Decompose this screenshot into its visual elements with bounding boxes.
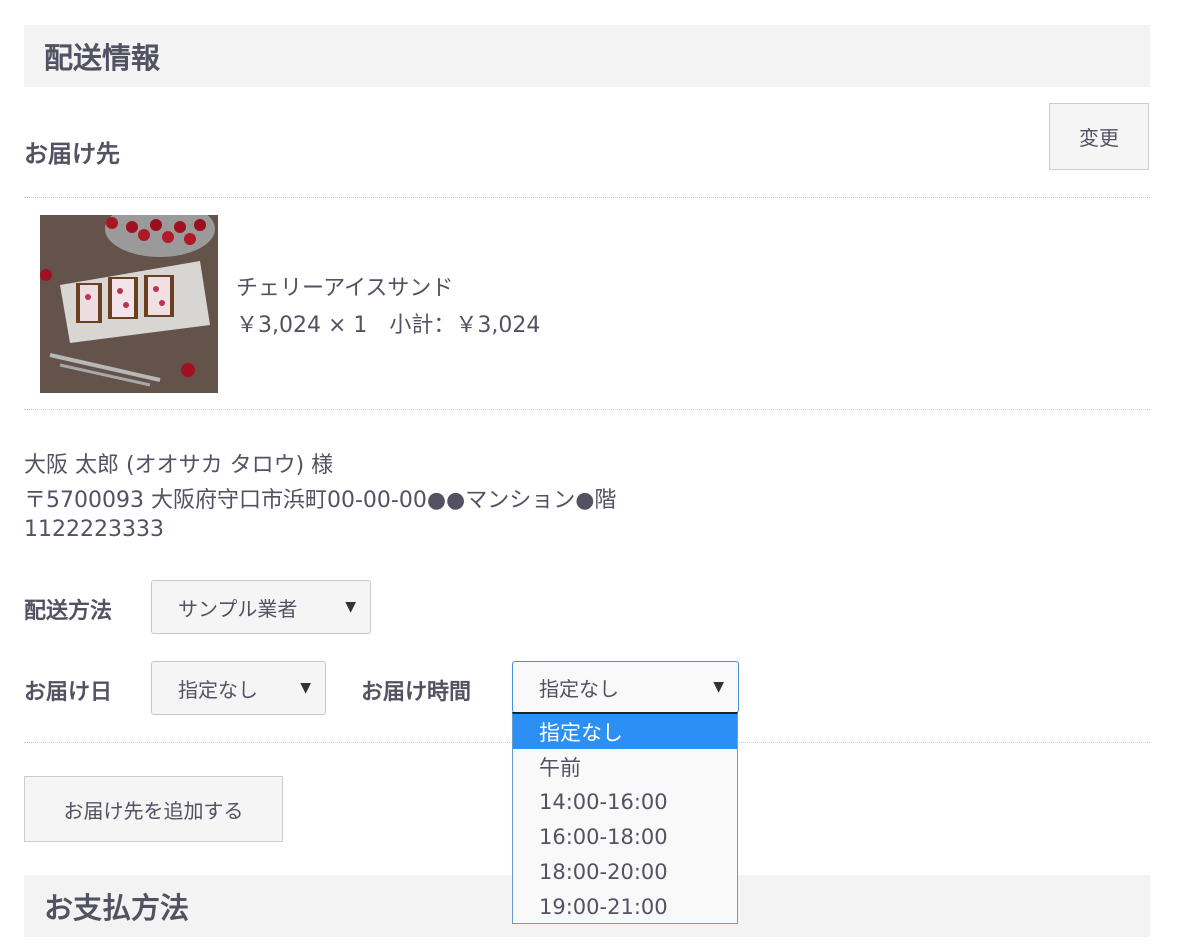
add-destination-button[interactable]: お届け先を追加する <box>24 776 283 842</box>
destination-label: お届け先 <box>24 140 120 168</box>
delivery-time-select[interactable]: 指定なし ▼ <box>512 661 739 713</box>
product-price-line: ￥3,024 × 1 小計：￥3,024 <box>236 313 541 338</box>
dropdown-arrow-icon: ▼ <box>713 679 724 695</box>
delivery-time-label: お届け時間 <box>361 680 472 705</box>
delivery-time-option[interactable]: 16:00-18:00 <box>513 819 737 854</box>
delivery-method-label: 配送方法 <box>24 599 113 624</box>
delivery-time-option[interactable]: 19:00-21:00 <box>513 889 737 923</box>
delivery-date-value: 指定なし <box>178 677 258 702</box>
delivery-method-select[interactable]: サンプル業者 ▼ <box>151 580 371 634</box>
delivery-date-select[interactable]: 指定なし ▼ <box>151 661 326 715</box>
product-image <box>40 215 218 393</box>
recipient-name: 大阪 太郎 (オオサカ タロウ) 様 <box>24 453 334 478</box>
recipient-phone: 1122223333 <box>24 517 164 542</box>
delivery-time-option[interactable]: 18:00-20:00 <box>513 854 737 889</box>
divider <box>24 197 1150 198</box>
delivery-time-value: 指定なし <box>539 676 619 701</box>
shipping-section-header: 配送情報 <box>24 25 1150 87</box>
delivery-time-options: 指定なし 午前 14:00-16:00 16:00-18:00 18:00-20… <box>512 712 738 924</box>
delivery-time-option[interactable]: 指定なし <box>513 714 737 749</box>
product-name: チェリーアイスサンド <box>236 276 454 301</box>
recipient-address: 〒5700093 大阪府守口市浜町00-00-00●●マンション●階 <box>24 488 617 513</box>
divider <box>24 409 1150 410</box>
delivery-method-value: サンプル業者 <box>178 596 298 621</box>
delivery-date-label: お届け日 <box>24 680 113 705</box>
change-button[interactable]: 変更 <box>1049 103 1149 170</box>
delivery-time-option[interactable]: 14:00-16:00 <box>513 784 737 819</box>
payment-section-title: お支払方法 <box>44 891 190 925</box>
dropdown-arrow-icon: ▼ <box>300 680 311 696</box>
delivery-time-option[interactable]: 午前 <box>513 749 737 784</box>
shipping-section-title: 配送情報 <box>44 41 161 75</box>
dropdown-arrow-icon: ▼ <box>345 599 356 615</box>
